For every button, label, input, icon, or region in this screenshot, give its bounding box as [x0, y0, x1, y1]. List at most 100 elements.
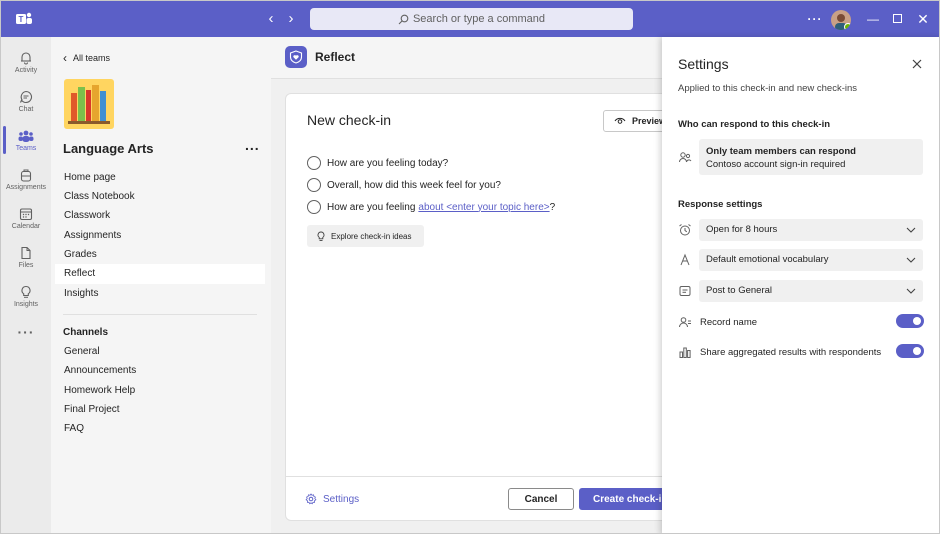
rail-label: Calendar — [11, 222, 41, 230]
chevron-down-icon — [906, 257, 916, 263]
channel-faq[interactable]: FAQ — [55, 419, 265, 439]
main-content: Reflect New check-in Preview How are you… — [271, 37, 679, 533]
question-3: How are you feeling about <enter your to… — [307, 200, 555, 214]
settings-title: Settings — [678, 56, 729, 72]
divider — [63, 314, 257, 315]
avatar[interactable] — [831, 10, 851, 30]
chevron-down-icon — [906, 227, 916, 233]
people-lock-icon — [679, 152, 692, 163]
rail-label: Teams — [15, 144, 37, 152]
who-option-detail: Contoso account sign-in required — [706, 159, 846, 170]
post-channel-icon — [679, 286, 691, 296]
settings-link-label: Settings — [323, 493, 360, 505]
channel-general[interactable]: General — [55, 342, 265, 362]
vocabulary-icon — [680, 253, 690, 266]
post-to-dropdown[interactable]: Post to General — [699, 280, 923, 302]
question-1: How are you feeling today? — [307, 156, 448, 170]
topic-link[interactable]: about <enter your topic here> — [418, 202, 549, 213]
rail-item-chat[interactable]: Chat — [1, 82, 51, 120]
teams-logo-icon: T — [16, 12, 32, 24]
card-footer-divider — [286, 476, 678, 477]
close-window-icon[interactable]: ✕ — [915, 10, 931, 28]
rail-item-teams[interactable]: Teams — [1, 121, 51, 159]
preview-label: Preview — [632, 116, 667, 126]
title-bar: T ‹ › Search or type a command ··· — ✕ — [1, 1, 939, 37]
more-apps-icon[interactable]: ··· — [1, 313, 51, 351]
who-can-respond-option[interactable]: Only team members can respond Contoso ac… — [699, 139, 923, 175]
nav-insights[interactable]: Insights — [55, 284, 265, 304]
team-more-options-icon[interactable]: ... — [245, 137, 260, 153]
bar-chart-icon — [679, 347, 691, 358]
card-title: New check-in — [307, 112, 392, 128]
search-placeholder: Search or type a command — [412, 13, 546, 25]
search-input[interactable]: Search or type a command — [310, 8, 633, 30]
nav-assignments[interactable]: Assignments — [55, 226, 265, 246]
close-icon[interactable] — [910, 57, 924, 71]
vocabulary-dropdown[interactable]: Default emotional vocabulary — [699, 249, 923, 271]
svg-text:T: T — [19, 15, 24, 24]
question-text: Overall, how did this week feel for you? — [327, 179, 501, 191]
channel-announcements[interactable]: Announcements — [55, 361, 265, 381]
question-text: How are you feeling — [327, 201, 416, 213]
back-arrow-icon[interactable]: ‹ — [264, 11, 278, 27]
record-name-toggle[interactable] — [896, 314, 924, 328]
rail-label: Activity — [14, 66, 38, 74]
duration-value: Open for 8 hours — [706, 224, 778, 235]
record-name-label: Record name — [700, 317, 758, 328]
rail-item-assignments[interactable]: Assignments — [1, 160, 51, 198]
vocabulary-value: Default emotional vocabulary — [706, 254, 829, 265]
teams-window: T ‹ › Search or type a command ··· — ✕ A… — [0, 0, 940, 534]
forward-arrow-icon[interactable]: › — [284, 11, 298, 27]
nav-class-notebook[interactable]: Class Notebook — [55, 187, 265, 207]
rail-item-activity[interactable]: Activity — [1, 43, 51, 81]
nav-grades[interactable]: Grades — [55, 245, 265, 265]
lightbulb-icon — [317, 231, 325, 241]
rail-label: Assignments — [5, 183, 47, 191]
nav-classwork[interactable]: Classwork — [55, 206, 265, 226]
backpack-icon — [20, 169, 32, 182]
rail-label: Files — [18, 261, 34, 269]
channel-homework-help[interactable]: Homework Help — [55, 381, 265, 401]
chevron-down-icon — [906, 288, 916, 294]
channels-heading: Channels — [63, 327, 109, 338]
explore-label: Explore check-in ideas — [331, 231, 412, 241]
post-to-value: Post to General — [706, 285, 773, 296]
nav-home-page[interactable]: Home page — [55, 168, 265, 188]
chevron-left-icon: ‹ — [63, 51, 67, 65]
more-options-icon[interactable]: ··· — [807, 10, 823, 28]
cancel-button[interactable]: Cancel — [508, 488, 574, 510]
settings-link[interactable]: Settings — [305, 493, 359, 505]
new-checkin-card: New check-in Preview How are you feeling… — [285, 93, 679, 521]
team-pane: ‹ All teams Language Arts ... Home page … — [51, 37, 271, 533]
share-results-label: Share aggregated results with respondent… — [700, 347, 882, 358]
reflect-app-icon — [285, 46, 307, 68]
rail-label: Chat — [18, 105, 34, 113]
radio-button[interactable] — [307, 200, 321, 214]
share-results-toggle[interactable] — [896, 344, 924, 358]
nav-reflect[interactable]: Reflect — [55, 264, 265, 284]
who-can-respond-heading: Who can respond to this check-in — [678, 119, 831, 130]
radio-button[interactable] — [307, 156, 321, 170]
search-icon — [398, 14, 409, 24]
question-suffix: ? — [549, 201, 556, 213]
radio-button[interactable] — [307, 178, 321, 192]
app-header: Reflect — [271, 37, 663, 79]
duration-dropdown[interactable]: Open for 8 hours — [699, 219, 923, 241]
settings-subtitle: Applied to this check-in and new check-i… — [678, 83, 858, 94]
rail-item-calendar[interactable]: Calendar — [1, 199, 51, 237]
maximize-icon[interactable] — [889, 10, 905, 28]
who-option-title: Only team members can respond — [706, 146, 856, 157]
all-teams-link[interactable]: ‹ All teams — [63, 51, 110, 65]
alarm-clock-icon — [679, 224, 691, 236]
presence-available-icon — [844, 23, 851, 30]
file-icon — [21, 246, 31, 259]
question-2: Overall, how did this week feel for you? — [307, 178, 501, 192]
minimize-icon[interactable]: — — [865, 10, 881, 28]
explore-checkin-ideas-button[interactable]: Explore check-in ideas — [307, 225, 424, 247]
lightbulb-icon — [21, 285, 31, 298]
channel-final-project[interactable]: Final Project — [55, 400, 265, 420]
bell-icon — [21, 51, 31, 64]
rail-item-files[interactable]: Files — [1, 238, 51, 276]
app-title: Reflect — [315, 50, 356, 64]
rail-item-insights[interactable]: Insights — [1, 277, 51, 315]
